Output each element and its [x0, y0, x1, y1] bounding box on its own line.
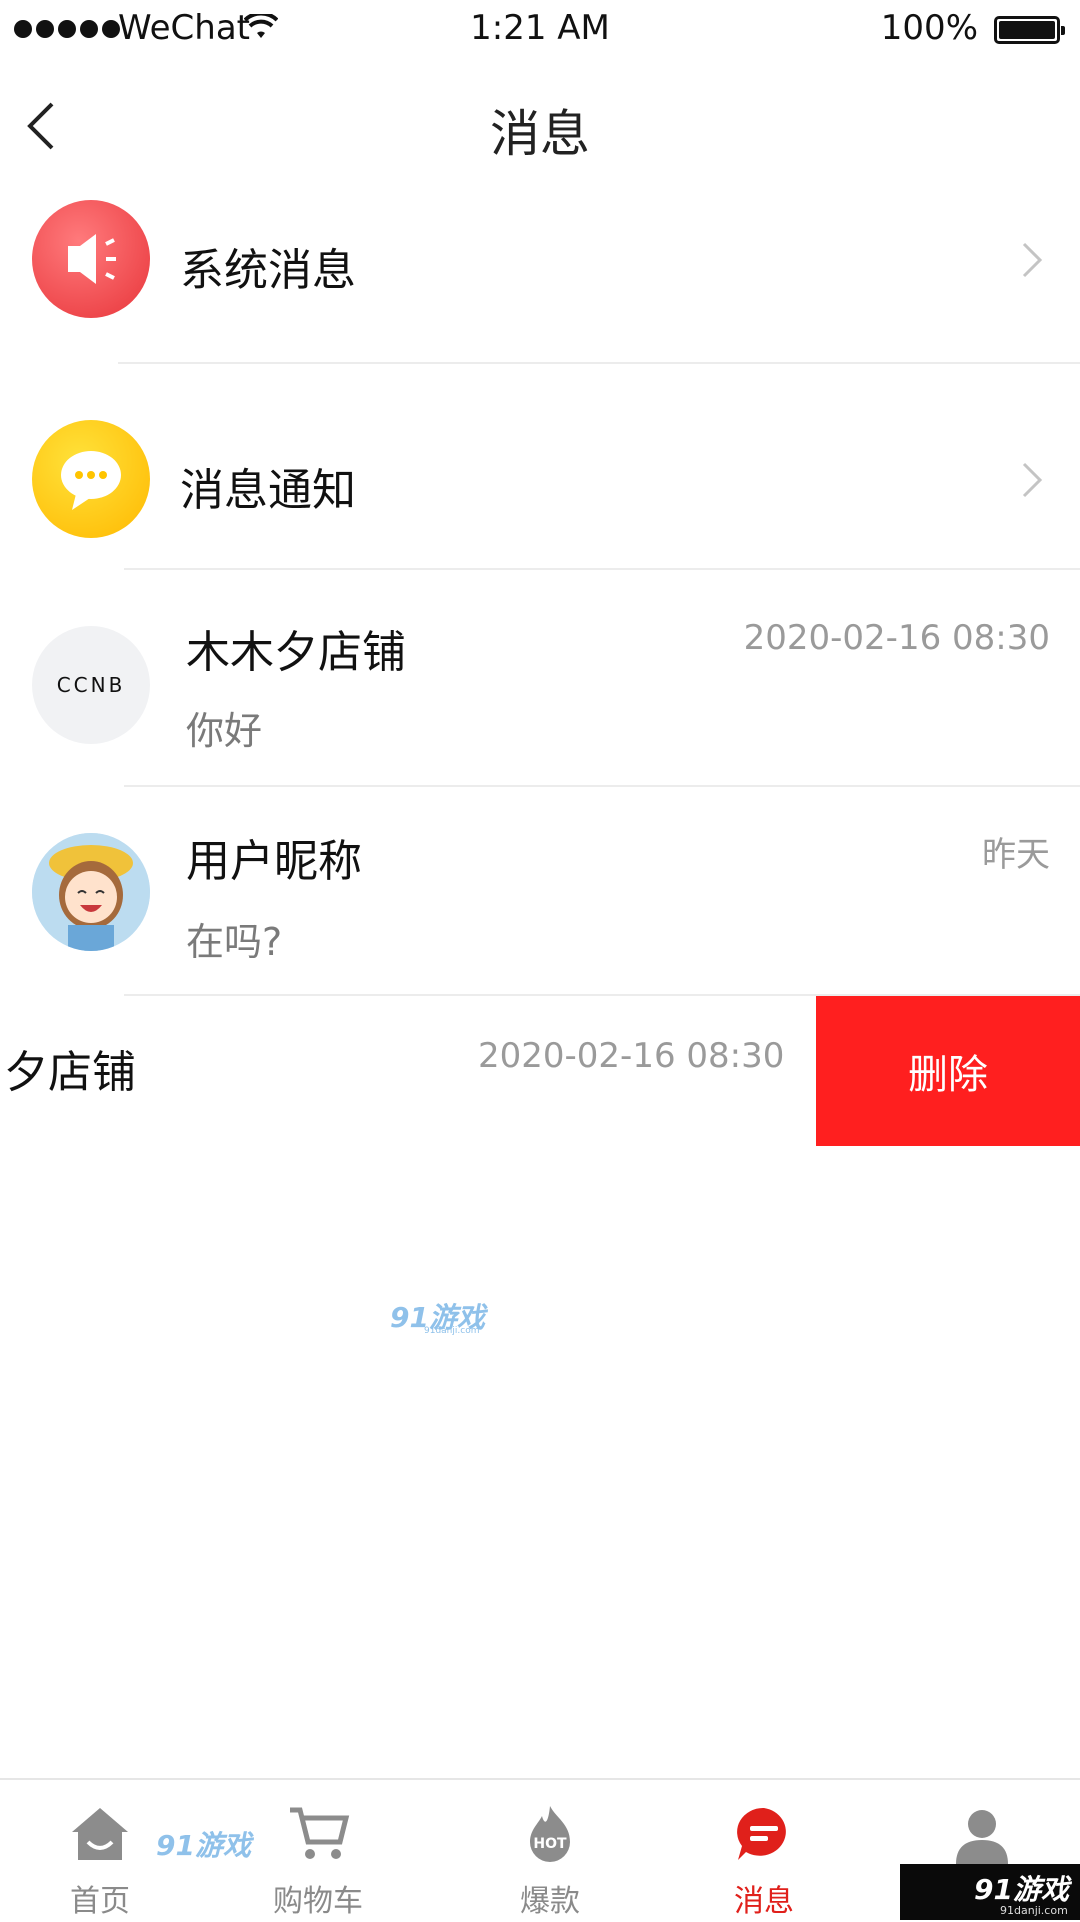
watermark-logo: 91游戏 91danji.com: [390, 1301, 485, 1336]
hot-flame-icon: HOT: [530, 1806, 570, 1862]
conversation-time: 2020-02-16 08:30: [478, 1036, 785, 1076]
corner-watermark-logo: 91游戏 91danji.com: [900, 1864, 1080, 1920]
delete-button[interactable]: 删除: [816, 996, 1080, 1146]
watermark-logo: 91游戏: [156, 1829, 251, 1862]
avatar-logo-text: CCNB: [56, 673, 126, 697]
conversation-name: 夕店铺: [4, 1047, 136, 1098]
conversation-item[interactable]: CCNB 木木夕店铺 2020-02-16 08:30 你好: [0, 570, 1080, 784]
battery-icon: [994, 16, 1065, 44]
nav-bar: 消息: [0, 60, 1080, 190]
status-bar: WeChat 1:21 AM 100%: [0, 0, 1080, 60]
tab-hot[interactable]: HOT 爆款: [450, 1780, 650, 1922]
home-icon: [72, 1808, 128, 1860]
list-item-notification[interactable]: 消息通知: [0, 364, 1080, 570]
conversation-item[interactable]: 用户昵称 昨天 在吗?: [0, 787, 1080, 995]
conversation-time: 昨天: [982, 835, 1050, 875]
conversation-preview: 在吗?: [186, 920, 283, 964]
chat-bubble-icon: [32, 420, 150, 538]
chevron-right-icon: [1022, 242, 1043, 278]
avatar: [32, 833, 150, 951]
tab-messages[interactable]: 消息: [664, 1780, 864, 1922]
conversation-time: 2020-02-16 08:30: [743, 618, 1050, 658]
conversation-preview: 你好: [186, 709, 263, 753]
message-icon: [737, 1807, 786, 1860]
chevron-right-icon: [1022, 462, 1043, 498]
conversation-name: 用户昵称: [186, 836, 362, 887]
page-title: 消息: [490, 105, 590, 163]
user-icon: [956, 1810, 1008, 1864]
avatar: CCNB: [32, 626, 150, 744]
row-title: 消息通知: [180, 465, 356, 516]
speaker-icon: [32, 200, 150, 318]
list-item-system-message[interactable]: 系统消息: [0, 190, 1080, 360]
svg-text:HOT: HOT: [533, 1836, 567, 1852]
row-title: 系统消息: [180, 245, 356, 296]
battery-percent: 100%: [880, 8, 978, 48]
conversation-name: 木木夕店铺: [186, 627, 406, 678]
cart-icon: [290, 1807, 350, 1859]
